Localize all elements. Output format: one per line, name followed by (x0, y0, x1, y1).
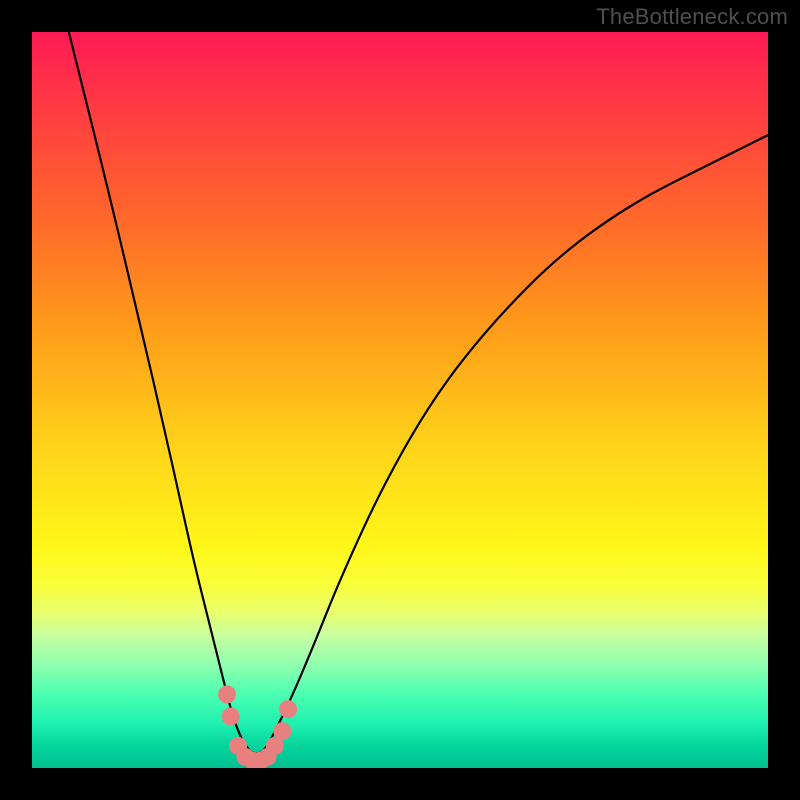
watermark-text: TheBottleneck.com (596, 4, 788, 30)
curve-marker (218, 685, 236, 703)
bottleneck-curve-path (69, 32, 768, 753)
plot-area (32, 32, 768, 768)
curve-marker (222, 707, 240, 725)
chart-svg (32, 32, 768, 768)
chart-frame: TheBottleneck.com (0, 0, 800, 800)
curve-marker (273, 722, 291, 740)
curve-markers (218, 685, 297, 768)
curve-marker (279, 700, 297, 718)
